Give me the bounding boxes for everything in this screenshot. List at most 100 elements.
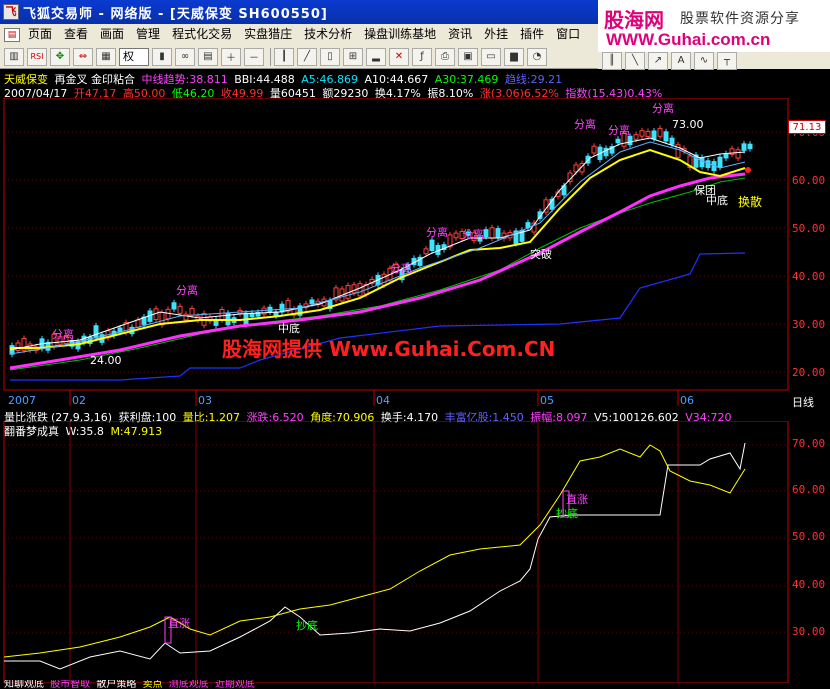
candle-body bbox=[309, 299, 315, 305]
annot-high-price: 73.00 bbox=[672, 118, 704, 131]
bottom-text-4: 卖点 bbox=[142, 680, 163, 689]
menu-item-page[interactable]: 页面 bbox=[22, 24, 58, 45]
annot-fenli-6: 分离 bbox=[574, 117, 596, 131]
annot-fenli-3: 分离 bbox=[390, 261, 412, 275]
rsi-button[interactable]: RSI bbox=[27, 47, 47, 66]
arrow-icon[interactable]: ↗ bbox=[648, 51, 668, 70]
candle-body bbox=[423, 248, 429, 255]
menu-item-plugins[interactable]: 插件 bbox=[514, 24, 550, 45]
candle-body bbox=[639, 130, 645, 137]
trend-icon[interactable]: ╱ bbox=[297, 47, 317, 66]
candle-body bbox=[15, 342, 21, 351]
compare-icon[interactable]: ⊞ bbox=[343, 47, 363, 66]
candle-body bbox=[633, 134, 639, 140]
menu-item-manage[interactable]: 管理 bbox=[130, 24, 166, 45]
ma5-line-white bbox=[9, 137, 746, 351]
menu-item-program-trade[interactable]: 程式化交易 bbox=[166, 24, 238, 45]
link-icon[interactable]: ∞ bbox=[175, 47, 195, 66]
sub-annot-zhizhang-1: 直涨 bbox=[168, 616, 190, 630]
toolbar-right: ║ ╲ ↗ A ∿ ┬ bbox=[598, 51, 830, 70]
period-label[interactable]: 日线 bbox=[792, 394, 814, 410]
candle-body bbox=[651, 130, 657, 140]
time-label-06: 06 bbox=[680, 394, 694, 407]
indicator-axis: 70.00 60.00 50.00 40.00 30.00 bbox=[792, 421, 830, 683]
sub-label-30: 30.00 bbox=[792, 625, 826, 638]
site-logo: 股海网 股票软件资源分享 WWW.Guhai.com.cn bbox=[598, 0, 830, 52]
zoom-in-icon[interactable]: ＋ bbox=[221, 47, 241, 66]
candle-body bbox=[93, 325, 99, 339]
candle-body bbox=[171, 302, 177, 310]
indicator-gridlines bbox=[4, 444, 788, 634]
ruler-icon[interactable]: ┬ bbox=[717, 51, 737, 70]
bottom-text-6: 近期观底 bbox=[214, 680, 255, 689]
sub-label-50: 50.00 bbox=[792, 530, 826, 543]
formula-icon[interactable]: ƒ bbox=[412, 47, 432, 66]
annot-fenli-4: 分离 bbox=[426, 225, 448, 239]
menu-item-tech-analysis[interactable]: 技术分析 bbox=[298, 24, 358, 45]
bottom-text-2: 股市智取 bbox=[50, 680, 91, 689]
window-icon[interactable]: ▭ bbox=[481, 47, 501, 66]
delete-icon[interactable]: ✕ bbox=[389, 47, 409, 66]
current-price-tag: 71.13 bbox=[788, 120, 826, 134]
lines-icon[interactable]: ║ bbox=[602, 51, 622, 70]
kline-icon[interactable]: ┃ bbox=[274, 47, 294, 66]
back-forward-icon[interactable]: ⇔ bbox=[73, 47, 93, 66]
draw-line-icon[interactable]: ╲ bbox=[625, 51, 645, 70]
time-label-03: 03 bbox=[198, 394, 212, 407]
candles-icon[interactable]: ▯ bbox=[320, 47, 340, 66]
stock-icon[interactable]: ▤ bbox=[198, 47, 218, 66]
menu-item-canvas[interactable]: 画面 bbox=[94, 24, 130, 45]
menu-item-window[interactable]: 窗口 bbox=[550, 24, 586, 45]
candle-body bbox=[357, 283, 363, 297]
layout-icon[interactable]: ▣ bbox=[458, 47, 478, 66]
candle-body bbox=[735, 149, 741, 159]
menu-item-training[interactable]: 操盘训练基地 bbox=[358, 24, 442, 45]
sub-label-70: 70.00 bbox=[792, 437, 826, 450]
chart-bar-icon[interactable]: ▆ bbox=[504, 47, 524, 66]
time-label-05: 05 bbox=[540, 394, 554, 407]
zoom-out-icon[interactable]: － bbox=[244, 47, 264, 66]
candle-body bbox=[669, 137, 675, 145]
annot-huanli: 换散 bbox=[738, 194, 762, 209]
candle-body bbox=[177, 305, 183, 314]
price-label-40: 40.00 bbox=[792, 270, 826, 283]
bars-icon[interactable]: ▮ bbox=[152, 47, 172, 66]
candle-body bbox=[483, 229, 489, 238]
menu-item-plugin-ext[interactable]: 外挂 bbox=[478, 24, 514, 45]
app-icon: 飞 bbox=[3, 4, 19, 20]
grid-icon[interactable]: ▦ bbox=[96, 47, 116, 66]
candle-body bbox=[699, 157, 705, 168]
rights-select[interactable]: 权 bbox=[119, 47, 149, 66]
sub-label-40: 40.00 bbox=[792, 578, 826, 591]
doc-icon[interactable]: ▤ bbox=[4, 27, 20, 42]
pan-icon[interactable]: ✥ bbox=[50, 47, 70, 66]
annot-fenli-5: 分离 bbox=[462, 227, 484, 241]
menu-item-view[interactable]: 查看 bbox=[58, 24, 94, 45]
candle-body bbox=[591, 145, 597, 154]
menu-item-news[interactable]: 资讯 bbox=[442, 24, 478, 45]
indicator-chart[interactable]: 直涨 抄底 直涨 抄底 bbox=[0, 421, 790, 683]
text-icon[interactable]: A bbox=[671, 51, 691, 70]
wave-icon[interactable]: ∿ bbox=[694, 51, 714, 70]
pie-icon[interactable]: ◔ bbox=[527, 47, 547, 66]
indicator-vticks bbox=[69, 421, 679, 683]
annot-hanwen-2: 中底 bbox=[706, 193, 728, 207]
sub-annot-chaodi-2: 抄底 bbox=[556, 506, 578, 520]
annot-tupo: 突破 bbox=[530, 247, 552, 261]
indicator-chart-frame bbox=[3, 421, 789, 683]
candle-body bbox=[723, 153, 729, 159]
candle-body bbox=[717, 156, 723, 168]
toolbar: ▥ RSI ✥ ⇔ ▦ 权 ▮ ∞ ▤ ＋ － ┃ ╱ ▯ ⊞ ▂ ✕ ƒ ⎙ … bbox=[0, 45, 598, 69]
print-icon[interactable]: ⎙ bbox=[435, 47, 455, 66]
volume-icon[interactable]: ▂ bbox=[366, 47, 386, 66]
window-title: 飞狐交易师 - 网络版 - [天威保变 SH600550] bbox=[23, 6, 328, 22]
candle-body bbox=[663, 131, 669, 142]
annot-low-price: 24.00 bbox=[90, 354, 122, 367]
annot-fenli-1: 分离 bbox=[52, 327, 74, 341]
candle-body bbox=[219, 309, 225, 321]
bottom-text-3: 散户策略 bbox=[96, 680, 137, 689]
chart-icon[interactable]: ▥ bbox=[4, 47, 24, 66]
menu-item-hunt[interactable]: 实盘猎庄 bbox=[238, 24, 298, 45]
price-label-50: 50.00 bbox=[792, 222, 826, 235]
time-axis-ticks bbox=[69, 390, 679, 406]
